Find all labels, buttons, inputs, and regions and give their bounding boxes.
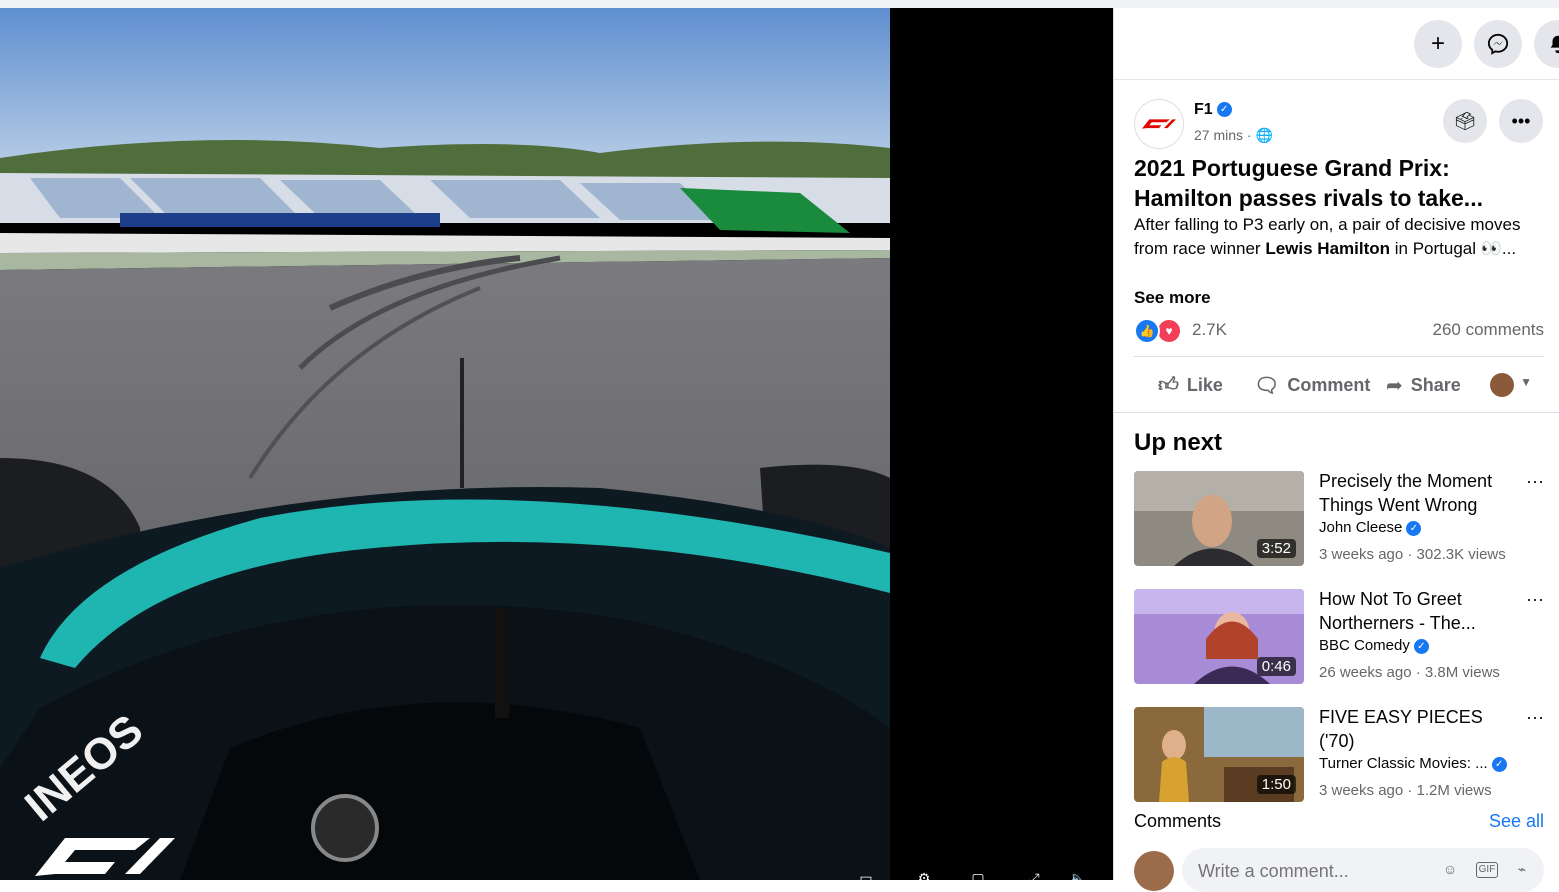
verified-badge-icon: ✓ — [1216, 102, 1232, 118]
video-frame[interactable]: INEOS — [0, 8, 890, 880]
up-next-video[interactable]: 1:50 FIVE EASY PIECES ('70) ··· Turner C… — [1134, 707, 1544, 803]
post-meta: 27 mins · 🌐 — [1194, 127, 1273, 144]
messenger-button[interactable] — [1474, 20, 1522, 68]
page-name[interactable]: F1 ✓ — [1194, 101, 1232, 119]
channel-name[interactable]: Turner Classic Movies: ... ✓ — [1319, 755, 1507, 772]
video-title[interactable]: FIVE EASY PIECES ('70) — [1319, 705, 1519, 753]
verified-badge-icon: ✓ — [1491, 756, 1507, 772]
see-more-link[interactable]: See more — [1134, 286, 1211, 310]
post-time[interactable]: 27 mins — [1194, 127, 1243, 143]
current-user-avatar[interactable] — [1134, 851, 1174, 891]
comment-icon: 🗨︎ — [1254, 374, 1280, 397]
comment-input[interactable] — [1196, 858, 1430, 884]
video-controls: ▭ ⚙ ▢ ⤢ 🔈 — [855, 868, 1105, 880]
video-duration: 1:50 — [1256, 775, 1296, 794]
video-thumbnail[interactable]: 0:46 — [1134, 589, 1304, 684]
up-next-heading: Up next — [1134, 429, 1223, 456]
post-description: After falling to P3 early on, a pair of … — [1134, 213, 1534, 261]
video-duration: 3:52 — [1256, 539, 1296, 558]
video-stats: 3 weeks ago · 302.3K views — [1319, 546, 1506, 563]
video-stats: 3 weeks ago · 1.2M views — [1319, 782, 1492, 799]
page-name-text[interactable]: F1 — [1194, 101, 1213, 118]
notifications-button[interactable] — [1534, 20, 1559, 68]
channel-name-text[interactable]: BBC Comedy — [1319, 637, 1410, 654]
mention-link[interactable]: Lewis Hamilton — [1265, 239, 1390, 258]
video-title[interactable]: How Not To Greet Northerners - The... — [1319, 587, 1519, 635]
like-button[interactable]: 👍︎ Like — [1158, 371, 1223, 399]
verified-badge-icon: ✓ — [1413, 638, 1429, 654]
channel-name[interactable]: John Cleese ✓ — [1319, 519, 1422, 536]
page-avatar[interactable] — [1134, 99, 1184, 149]
settings-icon[interactable]: ⚙ — [913, 870, 935, 880]
f1-logo-icon — [1142, 119, 1176, 129]
like-label: Like — [1186, 374, 1223, 395]
channel-name[interactable]: BBC Comedy ✓ — [1319, 637, 1429, 654]
like-reaction-icon: 👍 — [1134, 318, 1160, 344]
video-player[interactable]: INEOS ▭ ⚙ ▢ ⤢ 🔈 — [0, 8, 1113, 880]
volume-icon[interactable]: 🔈 — [1067, 870, 1089, 880]
video-duration: 0:46 — [1256, 657, 1296, 676]
comments-heading: Comments — [1134, 811, 1222, 831]
comment-composer[interactable]: ☺ GIF ⌁ — [1182, 848, 1544, 892]
post-title: 2021 Portuguese Grand Prix: Hamilton pas… — [1134, 155, 1483, 211]
globe-icon: 🌐 — [1255, 127, 1273, 143]
more-icon[interactable]: ··· — [1526, 589, 1544, 610]
comment-count[interactable]: 260 comments — [1433, 320, 1545, 340]
pip-icon[interactable]: ▢ — [967, 870, 989, 880]
post-actions: 👍︎ Like 🗨︎ Comment ➦ Share ▼ — [1134, 356, 1544, 413]
archive-icon: 🗳 — [1453, 110, 1477, 131]
thumbs-up-icon: 👍︎ — [1158, 374, 1179, 396]
profile-avatar[interactable] — [1490, 373, 1514, 397]
video-thumbnail[interactable]: 1:50 — [1134, 707, 1304, 802]
comment-button[interactable]: 🗨︎ Comment — [1254, 371, 1370, 399]
chevron-down-icon[interactable]: ▼ — [1520, 375, 1532, 389]
divider — [1114, 412, 1559, 413]
more-icon: ••• — [1511, 110, 1531, 131]
video-thumbnail[interactable]: 3:52 — [1134, 471, 1304, 566]
more-icon[interactable]: ··· — [1526, 707, 1544, 728]
top-nav-actions: + — [1114, 8, 1559, 80]
more-options-button[interactable]: ••• — [1499, 99, 1543, 143]
plus-icon: + — [1430, 30, 1445, 57]
see-all-link[interactable]: See all — [1489, 811, 1544, 832]
share-icon: ➦ — [1386, 374, 1403, 397]
gif-icon[interactable]: GIF — [1476, 862, 1498, 878]
video-stats: 26 weeks ago · 3.8M views — [1319, 664, 1500, 681]
fullscreen-icon[interactable]: ⤢ — [1023, 870, 1045, 880]
reactions-summary[interactable]: 👍 ♥ 2.7K 260 comments — [1134, 316, 1545, 344]
channel-name-text[interactable]: Turner Classic Movies: ... — [1319, 755, 1488, 772]
emoji-icon[interactable]: ☺ — [1440, 861, 1460, 879]
body-text-end: in Portugal 👀... — [1390, 239, 1517, 258]
share-button[interactable]: ➦ Share — [1386, 371, 1461, 399]
onboard-camera-image: INEOS — [0, 8, 890, 880]
sticker-icon[interactable]: ⌁ — [1512, 861, 1532, 879]
up-next-video[interactable]: 0:46 How Not To Greet Northerners - The.… — [1134, 589, 1544, 685]
video-title[interactable]: Precisely the Moment Things Went Wrong — [1319, 469, 1519, 517]
bell-icon — [1550, 35, 1559, 54]
channel-name-text[interactable]: John Cleese — [1319, 519, 1402, 536]
verified-badge-icon: ✓ — [1406, 520, 1422, 536]
comment-label: Comment — [1287, 374, 1371, 395]
more-icon[interactable]: ··· — [1526, 471, 1544, 492]
post-header: F1 ✓ 27 mins · 🌐 🗳 ••• — [1134, 99, 1544, 151]
save-video-button[interactable]: 🗳 — [1443, 99, 1487, 143]
meta-separator: · — [1243, 127, 1256, 143]
post-side-panel: + F1 ✓ 27 mins · 🌐 🗳 ••• 2021 Portuguese… — [1113, 8, 1559, 892]
messenger-icon — [1487, 33, 1509, 55]
reaction-count[interactable]: 2.7K — [1192, 320, 1227, 340]
up-next-video[interactable]: 3:52 Precisely the Moment Things Went Wr… — [1134, 471, 1544, 567]
share-label: Share — [1410, 374, 1461, 395]
captions-icon[interactable]: ▭ — [855, 870, 877, 880]
create-button[interactable]: + — [1414, 20, 1462, 68]
